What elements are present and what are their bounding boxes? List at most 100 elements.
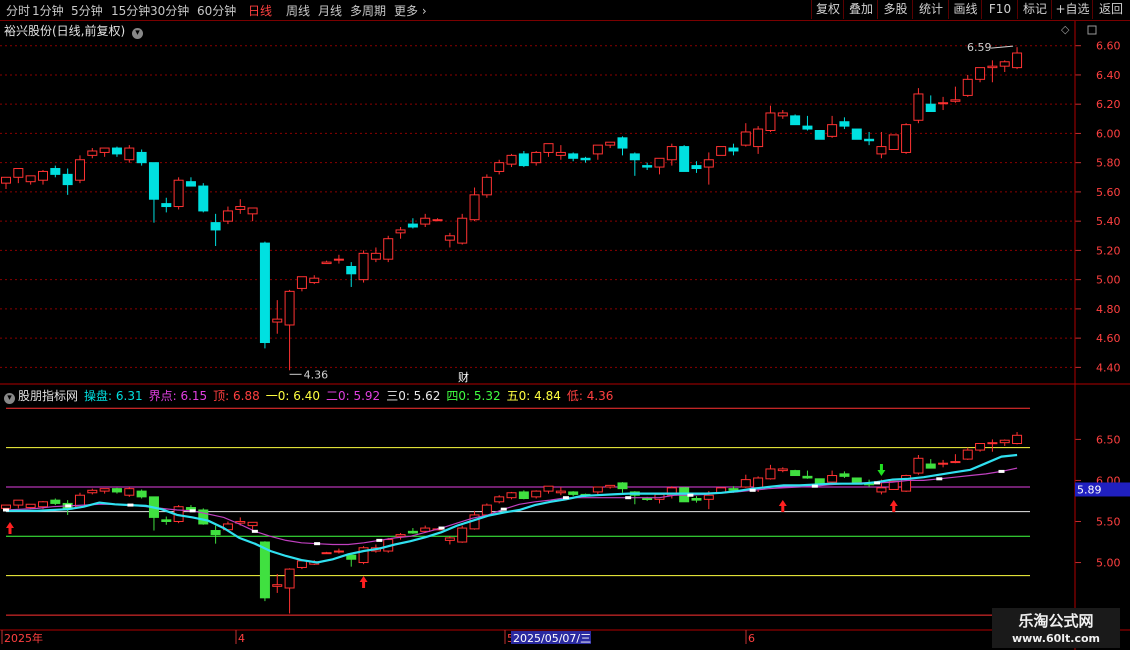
price-candle bbox=[999, 61, 1010, 67]
indicator-candle bbox=[99, 488, 110, 492]
indicator-candle bbox=[1012, 434, 1023, 445]
price-candle bbox=[309, 277, 320, 284]
indicator-candle bbox=[531, 490, 542, 498]
indicator-candle bbox=[642, 498, 653, 501]
price-candle bbox=[457, 217, 468, 244]
price-tick-label: 6.60 bbox=[1096, 40, 1121, 53]
price-candle bbox=[691, 165, 702, 170]
price-candle bbox=[13, 168, 24, 178]
boundary-marker bbox=[562, 496, 569, 500]
price-candle bbox=[666, 146, 677, 161]
indicator-curves bbox=[3, 453, 1018, 564]
toolbar-button[interactable]: 复权 bbox=[811, 0, 844, 19]
main-candlesticks[interactable]: 6.59 4.36 财 bbox=[1, 41, 1023, 384]
period-button[interactable]: 1分钟 bbox=[32, 2, 64, 19]
indicator-value: 界点: 6.15 bbox=[148, 389, 208, 403]
watermark-url: www.60lt.com bbox=[1011, 632, 1101, 645]
toolbar-button[interactable]: F10 bbox=[981, 0, 1018, 19]
toolbar-button[interactable]: 统计 bbox=[912, 0, 949, 19]
chevron-down-icon[interactable]: ▾ bbox=[4, 393, 15, 404]
indicator-candle bbox=[691, 498, 702, 501]
price-candle bbox=[592, 144, 603, 155]
price-candle bbox=[161, 203, 172, 208]
period-button[interactable]: 日线 bbox=[248, 2, 272, 19]
finance-marker: 财 bbox=[458, 370, 469, 384]
watermark-title: 乐淘公式网 bbox=[1018, 612, 1094, 630]
indicator-candle bbox=[703, 494, 714, 500]
toolbar-button[interactable]: 标记 bbox=[1017, 0, 1052, 19]
stock-chart-canvas[interactable]: 6.60 6.40 6.20 6.00 5.80 5.60 5.40 5.20 5.00 4.80… bbox=[0, 0, 1130, 650]
price-candle bbox=[876, 146, 887, 155]
indicator-candle bbox=[753, 477, 764, 489]
indicator-candlesticks[interactable] bbox=[1, 432, 1023, 614]
price-tick-label: 5.40 bbox=[1096, 215, 1121, 228]
indicator-candle bbox=[568, 491, 579, 495]
price-candle bbox=[284, 290, 295, 326]
high-pointer bbox=[991, 45, 1014, 49]
indicator-candle bbox=[777, 468, 788, 472]
high-price-label: 6.59 bbox=[967, 41, 992, 54]
toolbar-button[interactable]: 多股 bbox=[877, 0, 913, 19]
toolbar-button[interactable]: 返回 bbox=[1092, 0, 1129, 19]
indicator-tick-label: 5.00 bbox=[1096, 557, 1121, 570]
toolbar-button[interactable]: 叠加 bbox=[843, 0, 878, 19]
price-candle bbox=[25, 175, 36, 183]
chevron-down-icon[interactable]: ▾ bbox=[132, 28, 144, 39]
indicator-candle bbox=[999, 439, 1010, 444]
price-candle bbox=[753, 128, 764, 148]
price-candle bbox=[617, 137, 628, 149]
boundary-marker bbox=[500, 507, 507, 511]
period-button[interactable]: 分时 bbox=[6, 2, 30, 19]
indicator-tick-label: 5.50 bbox=[1096, 515, 1121, 528]
boundary-marker bbox=[438, 526, 445, 530]
chart-frame: ◇5.892025年 4 5 62025/05/07/三 bbox=[0, 19, 1130, 650]
price-candle bbox=[679, 146, 690, 172]
price-candle bbox=[975, 67, 986, 80]
current-price-value: 5.89 bbox=[1077, 483, 1102, 496]
price-candle bbox=[481, 176, 492, 196]
indicator-candle bbox=[407, 530, 418, 534]
indicator-candle bbox=[272, 584, 283, 587]
indicator-candle bbox=[444, 537, 455, 541]
period-button[interactable]: 30分钟 bbox=[150, 2, 189, 19]
price-candle bbox=[777, 112, 788, 117]
boundary-marker bbox=[811, 484, 818, 488]
price-candle bbox=[642, 165, 653, 168]
indicator-candle bbox=[210, 530, 221, 536]
price-candle bbox=[62, 173, 73, 186]
period-button[interactable]: 更多 › bbox=[394, 2, 427, 19]
toolbar-button[interactable]: 画线 bbox=[948, 0, 982, 19]
indicator-candle bbox=[161, 519, 172, 522]
price-candle bbox=[568, 153, 579, 159]
price-candle bbox=[469, 194, 480, 221]
price-candle bbox=[580, 157, 591, 161]
period-button[interactable]: 5分钟 bbox=[71, 2, 103, 19]
boundary-marker bbox=[625, 496, 632, 500]
price-candle bbox=[790, 115, 801, 126]
price-candle bbox=[259, 242, 270, 344]
indicator-candle bbox=[1, 504, 11, 509]
indicator-value: 二0: 5.92 bbox=[325, 389, 381, 403]
indicator-candle bbox=[87, 489, 98, 494]
price-candle bbox=[370, 252, 381, 260]
toolbar-button[interactable]: +自选 bbox=[1051, 0, 1093, 19]
indicator-candle bbox=[506, 492, 517, 499]
settings-square-icon bbox=[1087, 25, 1097, 35]
price-candle bbox=[407, 223, 418, 228]
indicator-value: 三0: 5.62 bbox=[386, 389, 441, 403]
price-candle bbox=[703, 159, 714, 168]
period-button[interactable]: 60分钟 bbox=[197, 2, 236, 19]
indicator-candle bbox=[25, 503, 36, 509]
indicator-candle bbox=[518, 491, 529, 500]
period-button[interactable]: 周线 bbox=[286, 2, 310, 19]
period-button[interactable]: 15分钟 bbox=[111, 2, 150, 19]
price-candle bbox=[654, 157, 665, 168]
indicator-candle bbox=[938, 462, 949, 465]
indicator-value: 低: 4.36 bbox=[566, 389, 614, 403]
price-candle bbox=[851, 128, 862, 140]
period-button[interactable]: 多周期 bbox=[350, 2, 386, 19]
boundary-marker bbox=[189, 509, 196, 513]
price-candle bbox=[605, 141, 616, 146]
trade-line bbox=[6, 453, 1018, 564]
period-button[interactable]: 月线 bbox=[318, 2, 342, 19]
